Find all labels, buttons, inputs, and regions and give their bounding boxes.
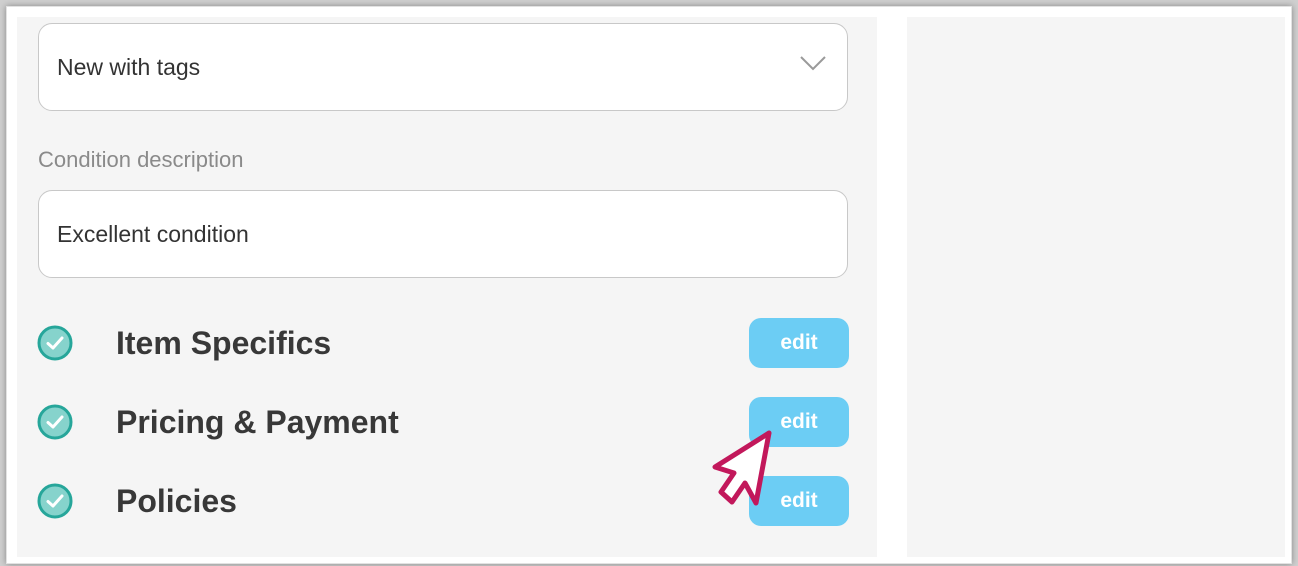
condition-select-value: New with tags xyxy=(57,54,201,80)
mouse-pointer-icon xyxy=(712,430,772,506)
check-circle-icon xyxy=(37,483,73,519)
check-circle-icon xyxy=(37,325,73,361)
condition-select[interactable]: New with tags xyxy=(38,23,848,111)
condition-description-input[interactable]: Excellent condition xyxy=(38,190,848,278)
edit-item-specifics-button[interactable]: edit xyxy=(749,318,849,368)
check-circle-icon xyxy=(37,404,73,440)
section-item-specifics: Item Specifics edit xyxy=(37,318,849,368)
condition-description-value: Excellent condition xyxy=(57,221,249,247)
section-title: Pricing & Payment xyxy=(116,404,399,440)
chevron-down-icon xyxy=(800,56,826,71)
preview-panel xyxy=(907,17,1285,557)
condition-description-label: Condition description xyxy=(38,147,244,172)
section-title: Item Specifics xyxy=(116,325,332,361)
screenshot-frame: New with tags Condition description Exce… xyxy=(6,6,1292,564)
section-title: Policies xyxy=(116,483,237,519)
